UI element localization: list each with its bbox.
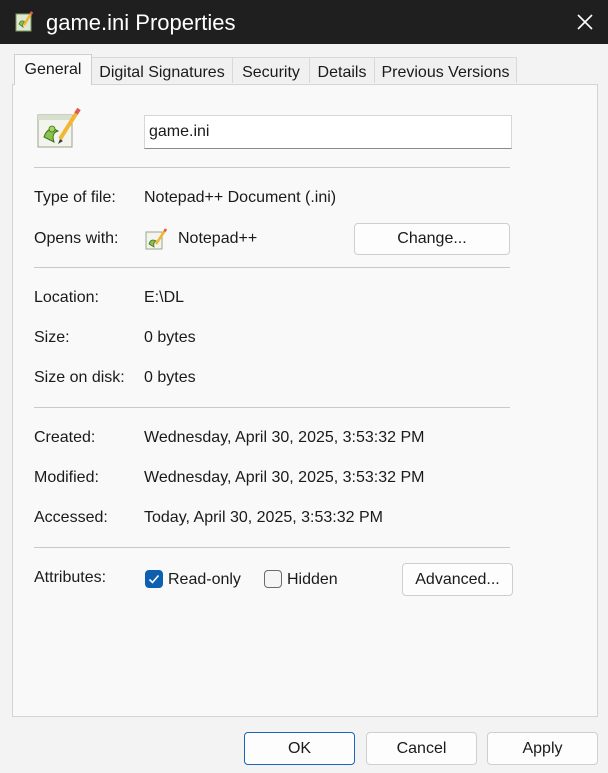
apply-button[interactable]: Apply (487, 732, 598, 765)
accessed-value: Today, April 30, 2025, 3:53:32 PM (144, 509, 383, 526)
hidden-checkbox[interactable] (264, 570, 282, 588)
notepad-plus-plus-icon (15, 11, 34, 32)
size-value: 0 bytes (144, 329, 196, 346)
separator (34, 547, 510, 548)
tab-security[interactable]: Security (232, 57, 310, 83)
close-button[interactable] (562, 0, 608, 44)
cancel-button[interactable]: Cancel (366, 732, 477, 765)
hidden-label[interactable]: Hidden (287, 570, 338, 590)
modified-label: Modified: (34, 469, 99, 486)
notepad-plus-plus-icon (145, 228, 168, 250)
notepad-plus-plus-file-icon (37, 107, 81, 148)
tab-previous-versions[interactable]: Previous Versions (374, 57, 517, 83)
attributes-label: Attributes: (34, 569, 107, 586)
separator (34, 267, 510, 268)
general-tab-panel (12, 84, 598, 717)
type-of-file-label: Type of file: (34, 189, 116, 206)
separator (34, 167, 510, 168)
opens-with-value: Notepad++ (178, 230, 258, 247)
file-name-input[interactable] (144, 115, 512, 149)
accessed-label: Accessed: (34, 509, 108, 526)
created-value: Wednesday, April 30, 2025, 3:53:32 PM (144, 429, 425, 446)
separator (34, 407, 510, 408)
location-label: Location: (34, 289, 99, 306)
checkmark-icon (148, 574, 160, 584)
type-of-file-value: Notepad++ Document (.ini) (144, 189, 337, 206)
tab-general[interactable]: General (14, 54, 92, 85)
ok-button[interactable]: OK (244, 732, 355, 765)
read-only-label[interactable]: Read-only (168, 570, 241, 590)
properties-dialog: game.ini Properties General Digital Sign… (0, 0, 608, 773)
size-on-disk-value: 0 bytes (144, 369, 196, 386)
created-label: Created: (34, 429, 96, 446)
window-title: game.ini Properties (46, 10, 236, 35)
modified-value: Wednesday, April 30, 2025, 3:53:32 PM (144, 469, 425, 486)
tab-details[interactable]: Details (309, 57, 375, 83)
tab-digital-signatures[interactable]: Digital Signatures (91, 57, 233, 83)
close-icon (577, 14, 593, 30)
location-value: E:\DL (144, 289, 185, 306)
size-label: Size: (34, 329, 70, 346)
change-button[interactable]: Change... (354, 223, 510, 255)
advanced-button[interactable]: Advanced... (402, 563, 513, 596)
read-only-checkbox[interactable] (145, 570, 163, 588)
size-on-disk-label: Size on disk: (34, 369, 125, 386)
title-bar[interactable]: game.ini Properties (0, 0, 608, 44)
opens-with-label: Opens with: (34, 230, 119, 247)
dialog-footer: OK Cancel Apply (0, 717, 608, 773)
